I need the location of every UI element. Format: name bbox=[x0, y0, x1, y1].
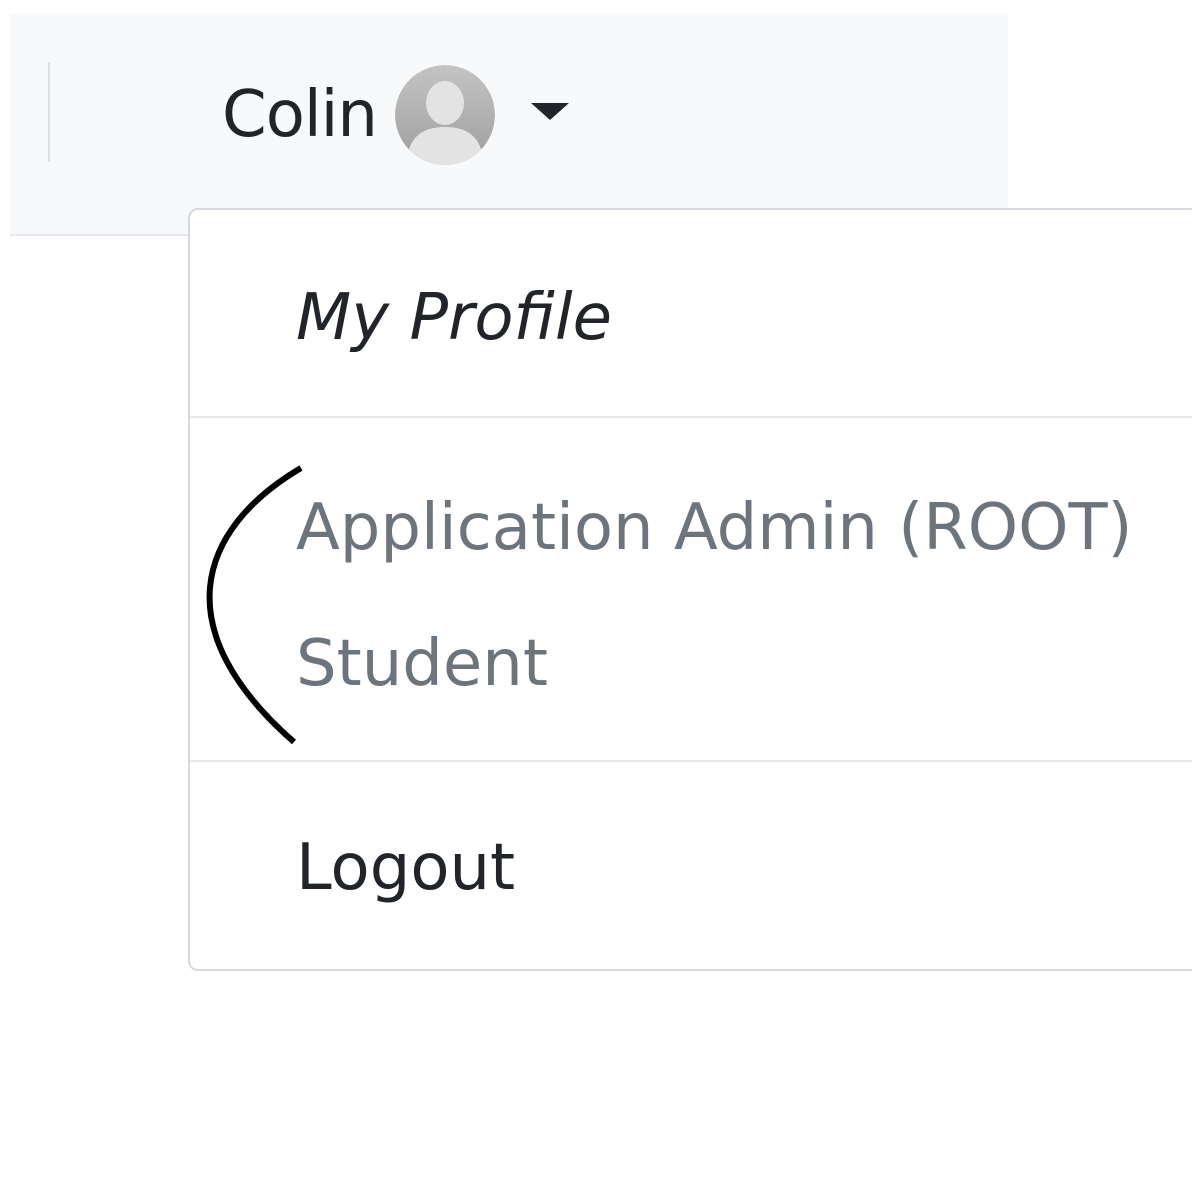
caret-down-icon bbox=[530, 102, 569, 120]
navbar: Colin bbox=[10, 14, 1008, 236]
menu-item-logout[interactable]: Logout bbox=[296, 836, 515, 900]
user-name: Colin bbox=[222, 78, 378, 152]
menu-divider bbox=[190, 760, 1192, 762]
menu-item-role-application-admin[interactable]: Application Admin (ROOT) bbox=[296, 496, 1133, 560]
user-menu-toggle[interactable]: Colin bbox=[222, 64, 569, 166]
user-dropdown-menu: My Profile Application Admin (ROOT) Stud… bbox=[188, 208, 1192, 971]
menu-item-role-student[interactable]: Student bbox=[296, 632, 548, 696]
page: Colin My Profile Application Admin (ROOT… bbox=[0, 0, 1192, 1200]
user-avatar-icon bbox=[394, 65, 495, 165]
hand-drawn-bracket bbox=[206, 465, 303, 745]
menu-item-my-profile[interactable]: My Profile bbox=[296, 286, 612, 350]
menu-divider bbox=[190, 416, 1192, 418]
navbar-divider bbox=[48, 62, 50, 162]
